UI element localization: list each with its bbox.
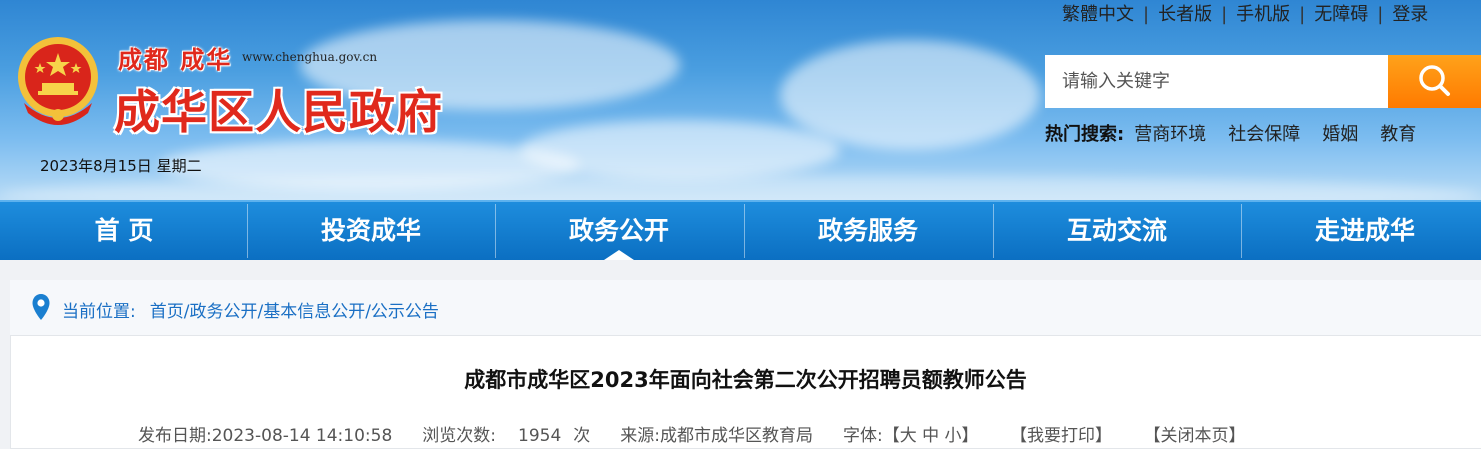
views-label: 浏览次数:	[422, 426, 497, 446]
elderly-version-link[interactable]: 长者版	[1158, 4, 1212, 25]
site-title[interactable]: 成华区人民政府	[114, 76, 443, 142]
nav-government-services[interactable]: 政务服务	[744, 202, 992, 260]
national-emblem-icon	[18, 37, 98, 125]
current-date: 2023年8月15日 星期二	[40, 157, 202, 175]
logo-district-text: 成都 成华	[118, 46, 233, 74]
hot-keyword-business[interactable]: 营商环境	[1134, 124, 1206, 145]
traditional-chinese-link[interactable]: 繁體中文	[1062, 4, 1134, 25]
separator: |	[1377, 4, 1384, 25]
views-unit: 次	[573, 426, 591, 446]
separator: |	[1143, 4, 1150, 25]
login-link[interactable]: 登录	[1392, 4, 1428, 25]
nav-investment[interactable]: 投资成华	[247, 202, 495, 260]
breadcrumb-path[interactable]: 首页/政务公开/基本信息公开/公示公告	[150, 302, 439, 322]
top-links: 繁體中文 | 长者版 | 手机版 | 无障碍 | 登录	[1062, 0, 1428, 26]
close-page-button[interactable]: 【关闭本页】	[1152, 426, 1246, 446]
hot-search-label: 热门搜索:	[1045, 124, 1125, 145]
article-source: 来源:成都市成华区教育局	[620, 426, 814, 446]
hot-keyword-social-security[interactable]: 社会保障	[1228, 124, 1300, 145]
site-header: 成都 成华 www.chenghua.gov.cn 成华区人民政府 2023年8…	[0, 0, 1481, 200]
accessibility-link[interactable]: 无障碍	[1314, 4, 1368, 25]
hot-keyword-marriage[interactable]: 婚姻	[1322, 124, 1358, 145]
main-nav: 首 页 投资成华 政务公开 政务服务 互动交流 走进成华	[0, 200, 1481, 260]
search-input[interactable]: 请输入关键字	[1045, 55, 1388, 108]
font-size-switcher[interactable]: 字体:【大 中 小】	[843, 426, 979, 446]
hot-search: 热门搜索: 营商环境 社会保障 婚姻 教育	[1045, 120, 1438, 146]
nav-home[interactable]: 首 页	[0, 202, 248, 260]
publish-date: 发布日期:2023-08-14 14:10:58	[138, 426, 393, 446]
breadcrumb: 当前位置: 首页/政务公开/基本信息公开/公示公告	[62, 297, 439, 322]
hot-keyword-education[interactable]: 教育	[1380, 124, 1416, 145]
location-pin-icon	[32, 294, 50, 320]
nav-about-chenghua[interactable]: 走进成华	[1241, 202, 1481, 260]
search-button[interactable]	[1388, 55, 1481, 108]
nav-interaction[interactable]: 互动交流	[993, 202, 1241, 260]
mobile-version-link[interactable]: 手机版	[1236, 4, 1290, 25]
active-nav-indicator	[604, 250, 634, 260]
search-icon	[1419, 65, 1450, 96]
article-meta: 发布日期:2023-08-14 14:10:58 浏览次数: 1954 次 来源:成都市…	[138, 421, 1276, 446]
article-title: 成都市成华区2023年面向社会第二次公开招聘员额教师公告	[464, 368, 1027, 392]
separator: |	[1221, 4, 1228, 25]
views-count: 1954	[518, 426, 562, 446]
logo-url: www.chenghua.gov.cn	[242, 50, 378, 64]
breadcrumb-label: 当前位置:	[62, 302, 136, 322]
separator: |	[1299, 4, 1306, 25]
print-button[interactable]: 【我要打印】	[1019, 426, 1113, 446]
